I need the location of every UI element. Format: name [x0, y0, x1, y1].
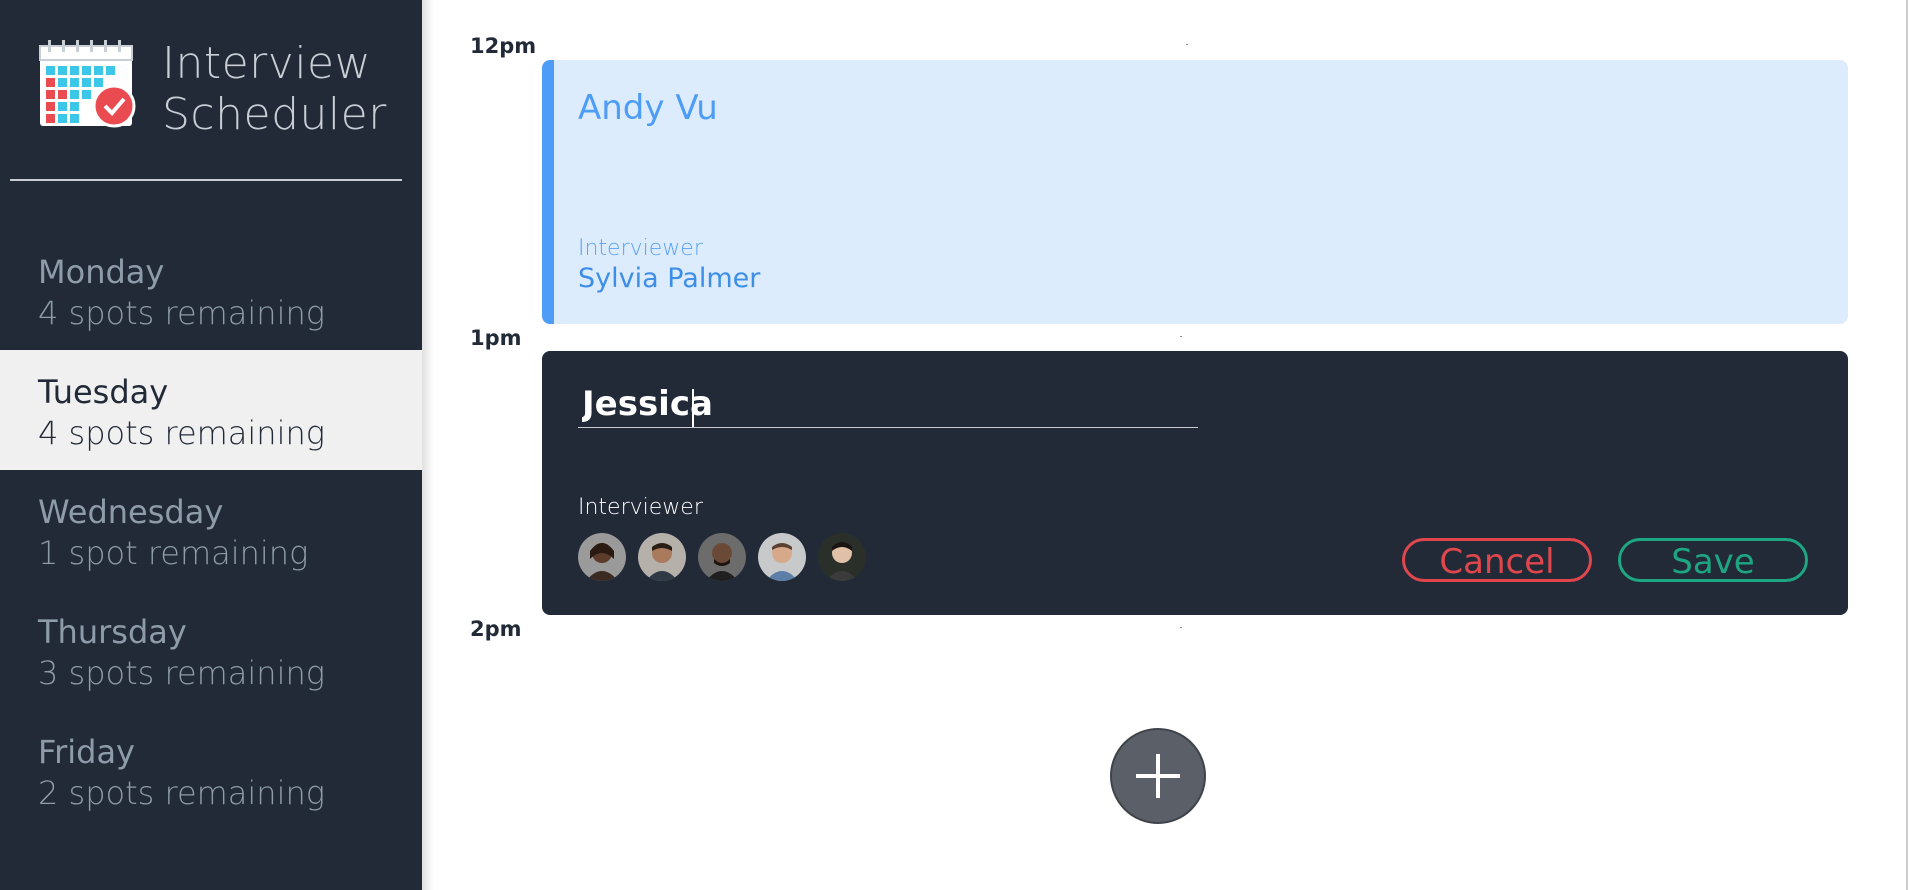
- time-label-1pm: 1pm: [470, 326, 522, 350]
- avatar-image: [578, 533, 626, 581]
- day-name: Wednesday: [38, 493, 224, 531]
- avatar-image: [698, 533, 746, 581]
- interviewer-label: Interviewer: [578, 495, 703, 520]
- student-name-input[interactable]: [578, 381, 1198, 428]
- interviewer-avatar-2[interactable]: [638, 533, 686, 581]
- day-item-tuesday[interactable]: Tuesday 4 spots remaining: [0, 350, 422, 470]
- plus-icon: [1136, 754, 1180, 798]
- brand: Interview Scheduler: [38, 34, 398, 140]
- cancel-button[interactable]: Cancel: [1402, 538, 1592, 582]
- interviewer-avatar-1[interactable]: [578, 533, 626, 581]
- scrollbar[interactable]: [1906, 0, 1908, 890]
- avatar-image: [638, 533, 686, 581]
- day-name: Monday: [38, 253, 165, 291]
- interviewer-label: Interviewer: [578, 236, 703, 261]
- app-title: Interview Scheduler: [162, 38, 387, 140]
- day-spots: 4 spots remaining: [38, 294, 325, 332]
- interviewer-name: Sylvia Palmer: [578, 263, 761, 294]
- avatar-image: [818, 533, 866, 581]
- day-name: Thursday: [38, 613, 187, 651]
- day-spots: 4 spots remaining: [38, 414, 325, 452]
- day-item-wednesday[interactable]: Wednesday 1 spot remaining: [0, 470, 422, 590]
- day-name: Friday: [38, 733, 135, 771]
- avatar-image: [758, 533, 806, 581]
- time-label-12pm: 12pm: [470, 34, 537, 58]
- time-divider: [1180, 336, 1182, 337]
- day-spots: 2 spots remaining: [38, 774, 325, 812]
- time-divider: [1186, 44, 1188, 45]
- appointment-form: Interviewer: [542, 351, 1848, 615]
- time-label-2pm: 2pm: [470, 617, 522, 641]
- sidebar: Interview Scheduler Monday 4 spots remai…: [0, 0, 422, 890]
- sidebar-divider: [10, 179, 402, 181]
- app-title-line2: Scheduler: [162, 89, 387, 140]
- calendar-check-icon: [39, 40, 136, 128]
- interviewer-avatar-3[interactable]: [698, 533, 746, 581]
- appointment-accent: [542, 60, 554, 324]
- appointment-booked[interactable]: Andy Vu Interviewer Sylvia Palmer: [542, 60, 1848, 324]
- add-appointment-button[interactable]: [1110, 728, 1206, 824]
- sidebar-shadow: [422, 0, 434, 890]
- student-name: Andy Vu: [578, 88, 718, 128]
- day-item-friday[interactable]: Friday 2 spots remaining: [0, 710, 422, 830]
- time-divider: [1180, 627, 1182, 628]
- save-button[interactable]: Save: [1618, 538, 1808, 582]
- day-list: Monday 4 spots remaining Tuesday 4 spots…: [0, 230, 422, 830]
- interviewer-avatar-4[interactable]: [758, 533, 806, 581]
- day-item-monday[interactable]: Monday 4 spots remaining: [0, 230, 422, 350]
- text-caret: [692, 389, 694, 427]
- day-name: Tuesday: [38, 373, 169, 411]
- day-spots: 3 spots remaining: [38, 654, 325, 692]
- day-spots: 1 spot remaining: [38, 534, 309, 572]
- day-item-thursday[interactable]: Thursday 3 spots remaining: [0, 590, 422, 710]
- interviewer-avatar-5[interactable]: [818, 533, 866, 581]
- app-title-line1: Interview: [162, 38, 372, 89]
